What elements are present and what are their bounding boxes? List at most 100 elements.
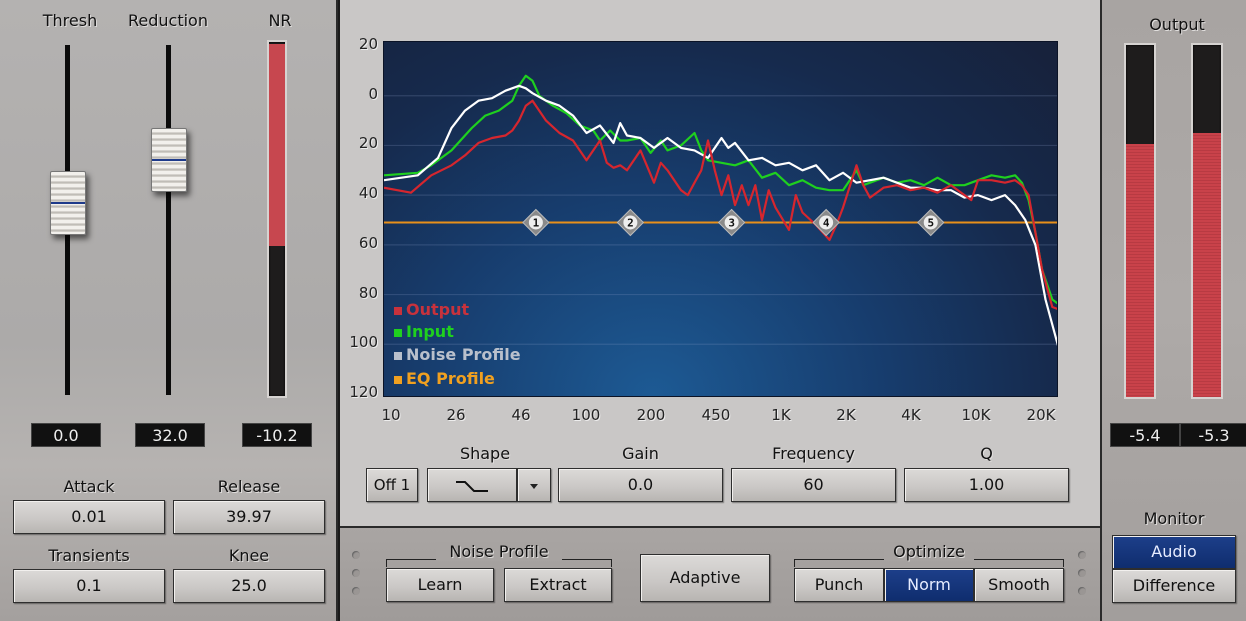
x-tick-label: 2K	[836, 406, 856, 424]
knee-field[interactable]: 25.0	[173, 569, 325, 603]
screw-dot	[1078, 587, 1086, 595]
x-tick-label: 450	[701, 406, 731, 424]
x-tick-label: 10K	[961, 406, 991, 424]
eq-node-3[interactable]: 3	[717, 208, 746, 237]
transients-label: Transients	[48, 546, 130, 565]
frequency-label: Frequency	[772, 444, 855, 463]
legend-input-label: Input	[406, 322, 454, 341]
learn-button[interactable]: Learn	[386, 568, 494, 602]
legend-noise-swatch	[394, 351, 402, 360]
x-tick-label: 4K	[901, 406, 921, 424]
y-tick-label: 100	[349, 333, 378, 352]
x-tick-label: 1K	[771, 406, 791, 424]
eq-node-label: 2	[627, 216, 634, 229]
nr-value: -10.2	[242, 423, 312, 447]
attack-field[interactable]: 0.01	[13, 500, 165, 534]
legend-output: Output	[394, 300, 469, 319]
y-tick-label: 60	[358, 233, 378, 252]
y-tick-label: 80	[358, 283, 378, 302]
y-tick-label: 40	[358, 184, 378, 203]
y-tick-label: 120	[349, 383, 378, 401]
nr-meter-fill	[269, 44, 285, 246]
optimize-smooth-button[interactable]: Smooth	[974, 568, 1064, 602]
legend-eq-swatch	[394, 375, 402, 384]
thresh-fader-handle[interactable]	[50, 170, 86, 235]
output-meter-right-fill	[1193, 133, 1221, 397]
noise-profile-label: Noise Profile	[436, 542, 562, 561]
q-label: Q	[980, 444, 993, 463]
x-tick-label: 26	[446, 406, 466, 424]
output-meter-left	[1124, 43, 1156, 399]
optimize-punch-button[interactable]: Punch	[794, 568, 884, 602]
monitor-audio-button[interactable]: Audio	[1112, 535, 1236, 569]
legend-noise-label: Noise Profile	[406, 345, 521, 364]
legend-output-swatch	[394, 306, 402, 315]
adaptive-button[interactable]: Adaptive	[640, 554, 770, 602]
x-tick-label: 200	[636, 406, 666, 424]
legend-output-label: Output	[406, 300, 470, 319]
knee-label: Knee	[228, 546, 270, 565]
reduction-fader-track[interactable]	[166, 45, 171, 395]
release-field[interactable]: 39.97	[173, 500, 325, 534]
reduction-value: 32.0	[135, 423, 205, 447]
eq-node-4[interactable]: 4	[812, 208, 840, 237]
output-curve	[384, 99, 1057, 310]
legend-noise-profile: Noise Profile	[394, 345, 521, 364]
output-left-value: -5.4	[1110, 423, 1180, 447]
screw-dot	[352, 569, 360, 577]
nr-label: NR	[268, 11, 292, 30]
bottom-panel: Noise Profile Learn Extract Adaptive Opt…	[340, 528, 1100, 621]
thresh-label: Thresh	[42, 11, 98, 30]
eq-node-label: 5	[927, 216, 934, 229]
eq-node-2[interactable]: 2	[616, 208, 645, 237]
legend-input-swatch	[394, 328, 402, 337]
triangle-down-icon	[530, 484, 538, 489]
low-shelf-icon	[456, 481, 488, 492]
spectrum-graph[interactable]: 1 2 3 4 5 Output Input Noise Profile EQ Prof…	[383, 41, 1058, 397]
x-tick-label: 20K	[1026, 406, 1056, 424]
monitor-label: Monitor	[1143, 509, 1205, 528]
noise-profile-curve	[384, 84, 1057, 347]
shape-label: Shape	[459, 444, 511, 463]
spectrum-svg: 1 2 3 4 5	[384, 74, 1057, 347]
output-label: Output	[1149, 15, 1205, 34]
legend-input: Input	[394, 322, 454, 341]
extract-button[interactable]: Extract	[504, 568, 612, 602]
screw-dot	[352, 587, 360, 595]
eq-node-1[interactable]: 1	[522, 208, 550, 237]
gain-label: Gain	[622, 444, 659, 463]
optimize-label: Optimize	[884, 542, 974, 561]
nr-meter	[267, 40, 287, 398]
shape-dropdown-button[interactable]	[517, 468, 551, 502]
monitor-difference-button[interactable]: Difference	[1112, 569, 1236, 603]
output-meter-right	[1191, 43, 1223, 399]
right-panel: Output -5.4 -5.3 Monitor Audio Differenc…	[1100, 0, 1246, 621]
reduction-fader-handle[interactable]	[151, 127, 187, 192]
eq-node-label: 3	[728, 216, 735, 229]
screw-dot	[1078, 569, 1086, 577]
x-tick-label: 46	[511, 406, 531, 424]
x-tick-label: 10	[381, 406, 401, 424]
y-tick-label: 20	[358, 134, 378, 153]
frequency-field[interactable]: 60	[731, 468, 896, 502]
eq-node-label: 4	[823, 216, 830, 229]
y-tick-label: 20	[358, 35, 378, 53]
screw-dot	[1078, 551, 1086, 559]
eq-node-5[interactable]: 5	[917, 208, 945, 237]
screw-dot	[352, 551, 360, 559]
transients-field[interactable]: 0.1	[13, 569, 165, 603]
output-right-value: -5.3	[1180, 423, 1246, 447]
thresh-value: 0.0	[31, 423, 101, 447]
eq-node-label: 1	[533, 216, 540, 229]
attack-label: Attack	[63, 477, 115, 496]
optimize-norm-button[interactable]: Norm	[884, 568, 974, 602]
shape-button[interactable]	[427, 468, 517, 502]
q-field[interactable]: 1.00	[904, 468, 1069, 502]
gain-field[interactable]: 0.0	[558, 468, 723, 502]
legend-eq-profile: EQ Profile	[394, 369, 495, 388]
x-tick-label: 100	[571, 406, 601, 424]
reduction-label: Reduction	[128, 11, 208, 30]
left-panel: Thresh Reduction NR 0.0 32.0 -10.2 Attac…	[0, 0, 338, 621]
band-toggle-button[interactable]: Off 1	[366, 468, 418, 502]
output-meter-left-fill	[1126, 143, 1154, 397]
